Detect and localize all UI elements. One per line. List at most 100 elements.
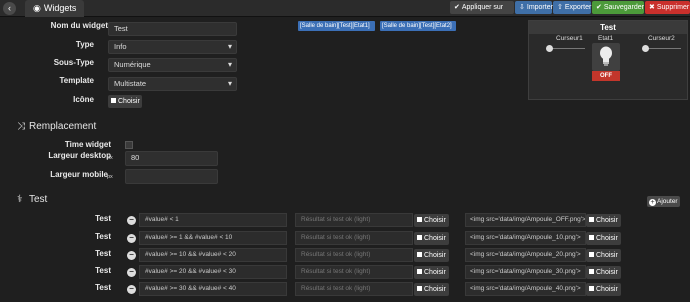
desktop-width-input[interactable]: 80 [125,151,218,166]
test-condition-input[interactable]: #value# < 1 [139,213,287,227]
delete-button[interactable]: ✖ Supprimer [645,1,690,14]
shuffle-icon: ⤨ [17,121,25,132]
subtype-value: Numérique [114,60,151,69]
type-select[interactable]: Info [108,40,237,54]
flag-icon [589,235,594,240]
desktop-width-unit: px [107,155,113,161]
choose-label: Choisir [118,98,140,105]
back-button[interactable]: ‹ [3,2,16,15]
export-icon: ⇧ [557,4,563,11]
import-label: Importer [526,4,553,11]
tag-etat1[interactable]: [Salle de bain][Test][Etat1] [298,21,375,31]
mobile-width-unit: px [107,174,113,180]
apply-button[interactable]: ✔ Appliquer sur [450,1,514,14]
test-condition-input[interactable]: #value# >= 1 && #value# < 10 [139,231,287,245]
flag-icon [589,286,594,291]
bulb-icon [592,43,620,71]
flag-icon [589,252,594,257]
widget-preview: Test Curseur1 Etat1 Curseur2 OFF [528,20,688,100]
flag-icon [417,235,422,240]
test-image-input[interactable]: <img src='data/img/Ampoule_30.png'> [465,265,586,279]
delete-icon: ✖ [649,4,655,11]
type-value: Info [114,42,127,51]
subtype-select[interactable]: Numérique [108,58,237,72]
test-title: Test [29,194,48,205]
add-test-button[interactable]: + Ajouter [647,196,680,207]
choose-label: Choisir [596,217,618,224]
slider2-label: Curseur2 [648,35,675,42]
export-label: Exporter [564,4,592,11]
choose-result-button[interactable]: Choisir [414,266,449,279]
test-condition-input[interactable]: #value# >= 10 && #value# < 20 [139,248,287,262]
save-label: Sauvegarder [603,4,644,11]
choose-label: Choisir [424,269,446,276]
test-image-input[interactable]: <img src='data/img/Ampoule_40.png'> [465,282,586,296]
flag-icon [417,217,422,222]
save-icon: ✔ [596,4,602,11]
time-widget-checkbox[interactable] [125,141,133,149]
tab-widgets[interactable]: ◉ Widgets [25,0,85,17]
test-image-input[interactable]: <img src='data/img/Ampoule_10.png'> [465,231,586,245]
test-result-input[interactable]: Résultat si test ok (light) [295,213,413,227]
flag-icon [417,269,422,274]
choose-image-button[interactable]: Choisir [586,249,621,262]
flag-icon [589,217,594,222]
top-bar: ‹ ◉ Widgets ✔ Appliquer sur ⇩ Importer ⇧ Exp… [0,0,690,17]
time-widget-label: Time widget [64,140,111,149]
add-label: Ajouter [657,198,678,205]
template-select[interactable]: Multistate [108,77,237,91]
check-icon: ✔ [454,4,460,11]
slider1-knob[interactable] [546,45,553,52]
test-image-input[interactable]: <img src='data/img/Ampoule_OFF.png'> [465,213,586,227]
remove-test-button[interactable]: − [127,285,136,294]
stethoscope-icon: ⚕ [17,194,23,205]
choose-image-button[interactable]: Choisir [586,232,621,245]
test-result-input[interactable]: Résultat si test ok (light) [295,231,413,245]
plus-icon: + [649,199,656,206]
tag-etat2[interactable]: [Salle de bain][Test][Etat2] [380,21,456,31]
slider1-label: Curseur1 [556,35,583,42]
mobile-width-input[interactable] [125,169,218,184]
slider2-track [645,48,681,49]
choose-label: Choisir [424,235,446,242]
choose-result-button[interactable]: Choisir [414,249,449,262]
flag-icon [111,98,116,103]
test-row-label: Test [95,266,111,275]
test-row-label: Test [95,283,111,292]
import-button[interactable]: ⇩ Importer [515,1,553,14]
test-row-label: Test [95,232,111,241]
remove-test-button[interactable]: − [127,251,136,260]
state-label: Etat1 [598,35,614,42]
test-row: Test − #value# >= 10 && #value# < 20 Résult… [0,248,690,262]
delete-label: Supprimer [656,4,690,11]
name-input[interactable]: Test [108,22,237,36]
choose-result-button[interactable]: Choisir [414,232,449,245]
choose-result-button[interactable]: Choisir [414,214,449,227]
choose-result-button[interactable]: Choisir [414,283,449,296]
choose-image-button[interactable]: Choisir [586,266,621,279]
remove-test-button[interactable]: − [127,268,136,277]
remove-test-button[interactable]: − [127,234,136,243]
choose-icon-button[interactable]: Choisir [108,95,142,108]
test-result-input[interactable]: Résultat si test ok (light) [295,248,413,262]
type-label: Type [75,40,94,49]
test-result-input[interactable]: Résultat si test ok (light) [295,265,413,279]
choose-label: Choisir [424,252,446,259]
export-button[interactable]: ⇧ Exporter [553,1,591,14]
flag-icon [417,252,422,257]
choose-image-button[interactable]: Choisir [586,214,621,227]
test-condition-input[interactable]: #value# >= 20 && #value# < 30 [139,265,287,279]
remove-test-button[interactable]: − [127,216,136,225]
desktop-width-label: Largeur desktop [48,151,111,160]
save-button[interactable]: ✔ Sauvegarder [592,1,644,14]
test-section-title: ⚕ Test [17,194,47,205]
subtype-label: Sous-Type [53,58,94,67]
import-icon: ⇩ [519,4,525,11]
choose-label: Choisir [424,217,446,224]
choose-image-button[interactable]: Choisir [586,283,621,296]
flag-icon [417,286,422,291]
slider2-knob[interactable] [642,45,649,52]
test-image-input[interactable]: <img src='data/img/Ampoule_20.png'> [465,248,586,262]
test-condition-input[interactable]: #value# >= 30 && #value# < 40 [139,282,287,296]
test-result-input[interactable]: Résultat si test ok (light) [295,282,413,296]
